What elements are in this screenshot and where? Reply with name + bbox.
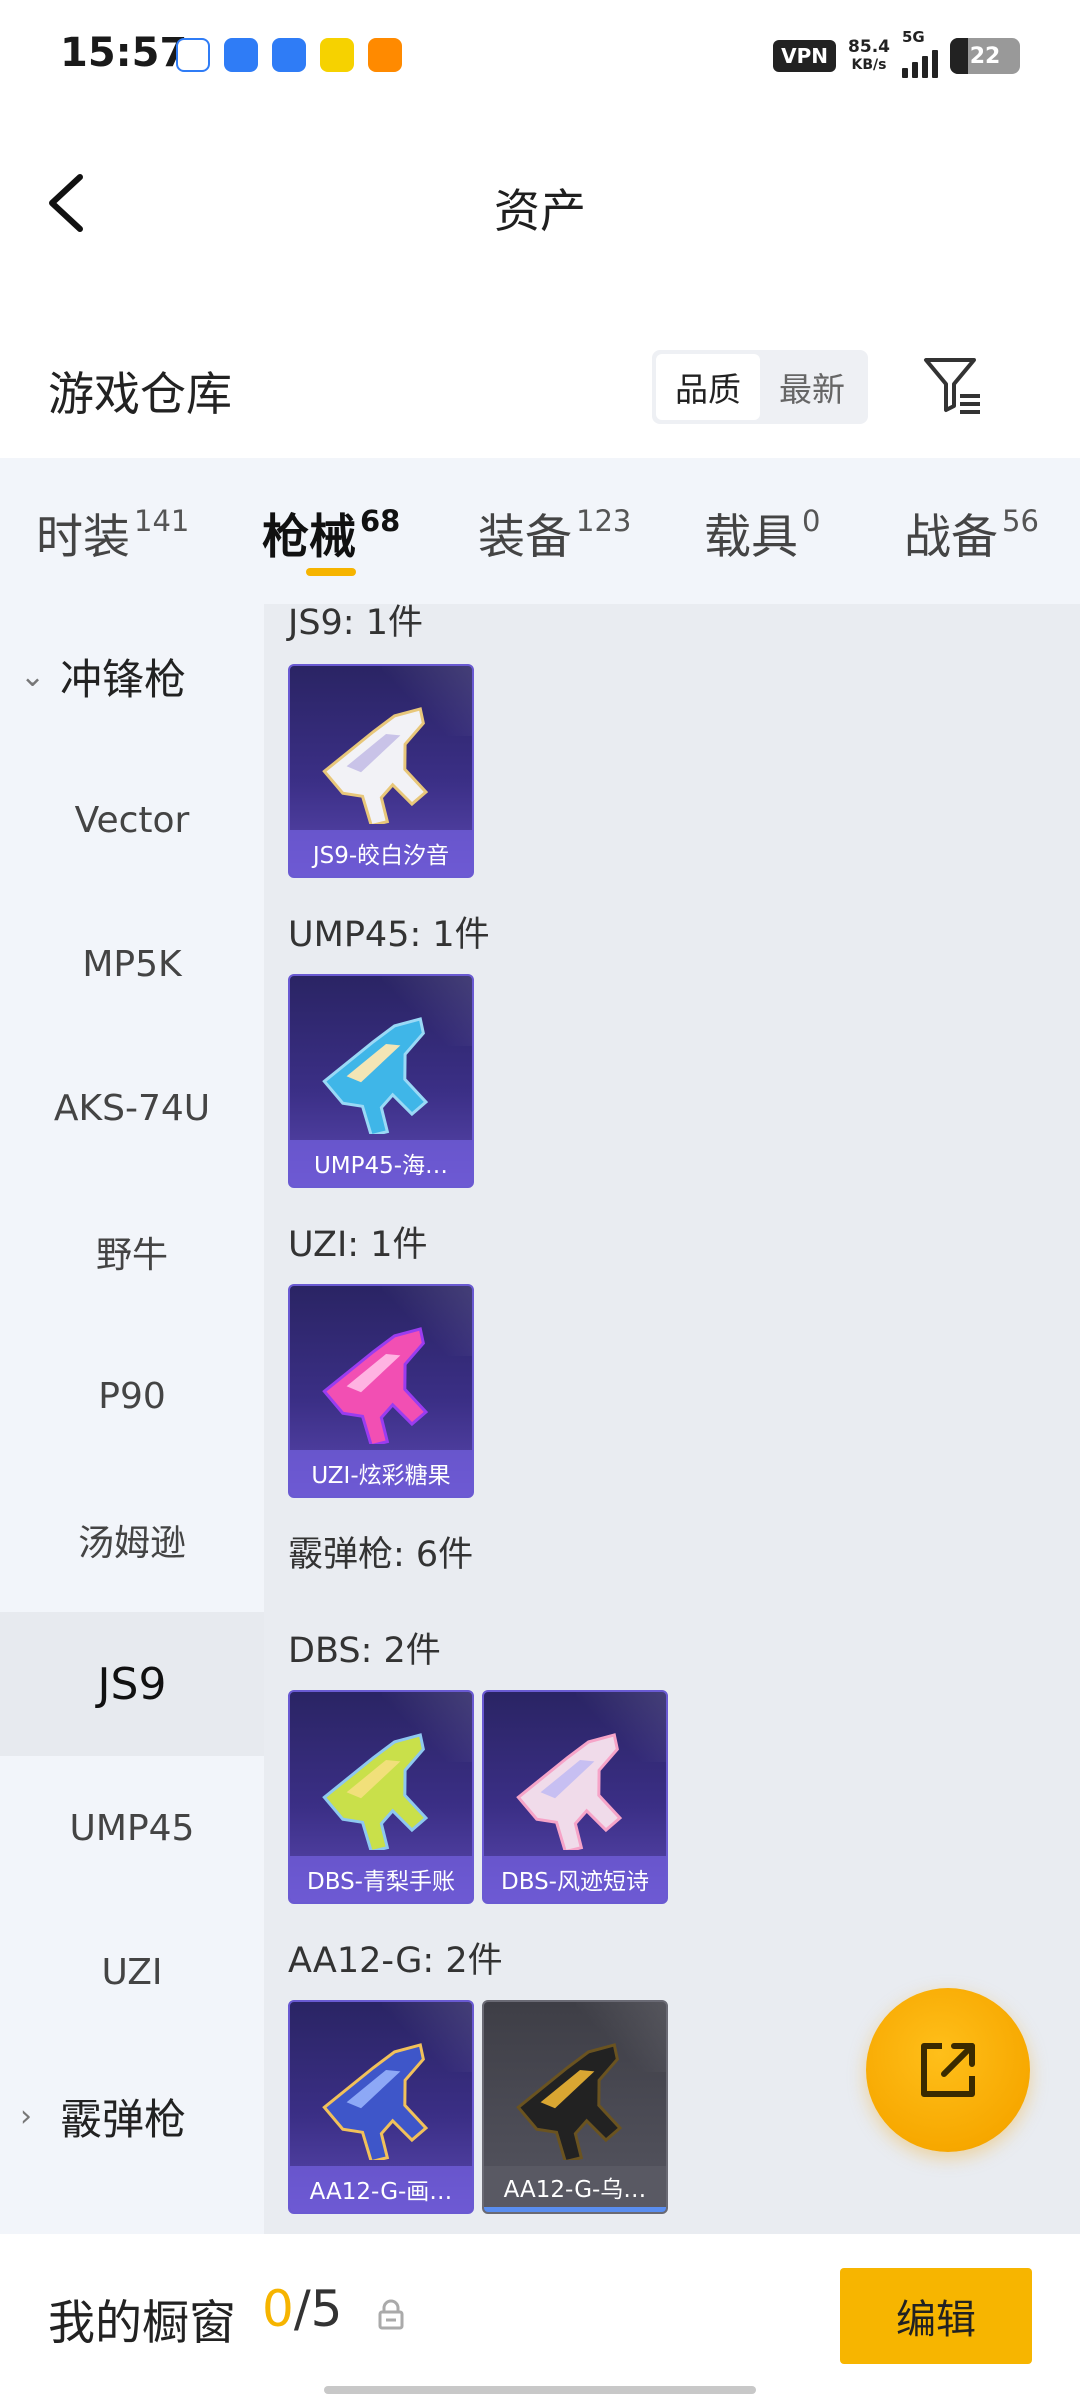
share-icon	[921, 2043, 975, 2097]
sort-option-newest[interactable]: 最新	[760, 354, 864, 420]
sidebar-item-js9[interactable]: JS9	[0, 1612, 264, 1756]
sidebar-item-p90[interactable]: P90	[0, 1324, 264, 1468]
chevron-down-icon: ⌄	[20, 658, 46, 694]
section-label-js9: JS9: 1件	[288, 604, 423, 643]
showcase-count: 0/5	[262, 2280, 342, 2338]
tab-count: 68	[360, 504, 401, 538]
sidebar-item-vector[interactable]: Vector	[0, 748, 264, 892]
tab-count: 141	[134, 504, 190, 538]
sidebar-item-ump45[interactable]: UMP45	[0, 1756, 264, 1900]
warehouse-title: 游戏仓库	[48, 367, 232, 421]
chevron-right-icon: ›	[20, 2098, 32, 2134]
lock-icon	[378, 2299, 404, 2330]
skin-name: DBS-风迹短诗	[484, 1856, 666, 1902]
skin-name: DBS-青梨手账	[290, 1856, 472, 1902]
network-type: 5G	[902, 28, 925, 46]
tab-vehicles[interactable]: 载具 0	[704, 498, 820, 567]
share-button[interactable]	[866, 1988, 1030, 2152]
skin-card[interactable]: UZI-炫彩糖果	[288, 1284, 474, 1498]
network-speed-unit: KB/s	[851, 57, 887, 73]
gun-skin-icon	[322, 1733, 429, 1850]
tab-label: 时装	[36, 510, 130, 565]
tab-supplies[interactable]: 战备 56	[904, 498, 1039, 567]
section-label-shotgun: 霰弹枪: 6件	[288, 1535, 474, 1575]
skin-card[interactable]: DBS-青梨手账	[288, 1690, 474, 1904]
sidebar-item-aks74u[interactable]: AKS-74U	[0, 1036, 264, 1180]
skin-name: JS9-皎白汐音	[290, 830, 472, 876]
sidebar-group-smg[interactable]: ⌄ 冲锋枪	[0, 604, 264, 748]
section-label-uzi: UZI: 1件	[288, 1225, 428, 1265]
network-speed-value: 85.4	[848, 37, 890, 57]
status-bar: 15:57 VPN 85.4 KB/s 5G 22	[0, 0, 1080, 115]
skin-card[interactable]: AA12-G-乌…	[482, 2000, 668, 2214]
tab-count: 123	[576, 504, 632, 538]
tab-active-indicator	[306, 568, 356, 576]
signal-icon: 5G	[902, 28, 938, 78]
battery-level: 22	[969, 43, 1001, 69]
section-label-dbs: DBS: 2件	[288, 1631, 441, 1671]
warehouse-header: 游戏仓库 品质 最新	[0, 330, 1080, 450]
sidebar-item-thompson[interactable]: 汤姆逊	[0, 1468, 264, 1612]
app-notification-icon	[368, 38, 402, 72]
sidebar-group-shotgun[interactable]: › 霰弹枪	[0, 2044, 264, 2188]
skin-card[interactable]: AA12-G-画…	[288, 2000, 474, 2214]
skin-name: UZI-炫彩糖果	[290, 1450, 472, 1496]
sort-option-quality[interactable]: 品质	[656, 354, 760, 420]
sidebar-item-bizon[interactable]: 野牛	[0, 1180, 264, 1324]
battery-icon: 22	[950, 38, 1020, 74]
tab-count: 56	[1002, 504, 1039, 538]
status-indicators: VPN 85.4 KB/s 5G 22	[773, 28, 1020, 78]
gun-skin-icon	[516, 1733, 623, 1850]
app-notification-icon	[272, 38, 306, 72]
tab-fashion[interactable]: 时装 141	[36, 498, 189, 567]
skin-card[interactable]: JS9-皎白汐音	[288, 664, 474, 878]
filter-icon	[924, 358, 980, 414]
showcase-title: 我的橱窗	[48, 2296, 236, 2351]
sort-toggle: 品质 最新	[652, 350, 868, 424]
skin-name: AA12-G-乌…	[484, 2166, 666, 2212]
gun-skin-icon	[516, 2043, 623, 2160]
filter-button[interactable]	[920, 352, 986, 418]
skin-card[interactable]: DBS-风迹短诗	[482, 1690, 668, 1904]
weapon-sidebar: ⌄ 冲锋枪 Vector MP5K AKS-74U 野牛 P90 汤姆逊 JS9…	[0, 604, 264, 2234]
edit-button[interactable]: 编辑	[840, 2268, 1032, 2364]
sidebar-item-uzi[interactable]: UZI	[0, 1900, 264, 2044]
tab-label: 枪械	[262, 510, 356, 565]
gun-skin-icon	[322, 1327, 429, 1444]
tab-label: 装备	[478, 510, 572, 565]
sidebar-item-label: 霰弹枪	[60, 2094, 187, 2144]
section-label-aa12g: AA12-G: 2件	[288, 1941, 503, 1981]
tab-label: 战备	[904, 510, 998, 565]
skin-card[interactable]: UMP45-海…	[288, 974, 474, 1188]
home-indicator[interactable]	[324, 2386, 756, 2394]
tab-equipment[interactable]: 装备 123	[478, 498, 631, 567]
status-time: 15:57	[60, 30, 188, 76]
app-notification-icon	[224, 38, 258, 72]
tab-label: 载具	[704, 510, 798, 565]
tab-firearms[interactable]: 枪械 68	[262, 498, 400, 567]
section-label-ump45: UMP45: 1件	[288, 915, 490, 955]
skin-name: UMP45-海…	[290, 1140, 472, 1186]
tab-count: 0	[802, 504, 821, 538]
network-speed: 85.4 KB/s	[848, 38, 890, 74]
vpn-badge: VPN	[773, 40, 837, 72]
category-tabs: 时装 141 枪械 68 装备 123 载具 0 战备 56	[0, 458, 1080, 604]
app-notification-icon	[320, 38, 354, 72]
sidebar-item-mp5k[interactable]: MP5K	[0, 892, 264, 1036]
gun-skin-icon	[322, 707, 429, 824]
showcase-count-total: /5	[293, 2280, 343, 2338]
showcase-bar: 我的橱窗 0/5 编辑	[0, 2234, 1080, 2400]
skin-name: AA12-G-画…	[290, 2166, 472, 2212]
page-title: 资产	[494, 184, 586, 238]
gun-skin-icon	[322, 1017, 429, 1134]
gun-skin-icon	[322, 2043, 429, 2160]
page-header: 资产	[0, 115, 1080, 285]
status-app-icons	[176, 38, 402, 72]
showcase-count-current: 0	[262, 2280, 294, 2338]
sidebar-item-label: 冲锋枪	[60, 654, 187, 704]
app-notification-icon	[176, 38, 210, 72]
